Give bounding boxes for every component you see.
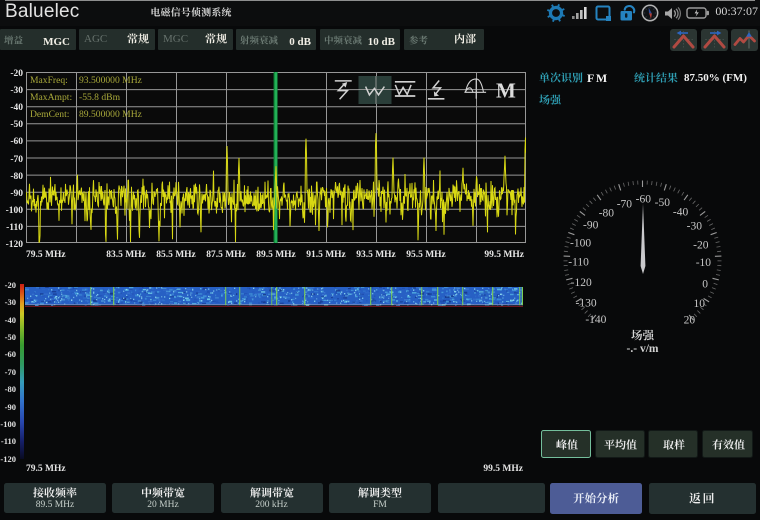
svg-text:-60: -60 (636, 194, 652, 206)
svg-text:-80: -80 (599, 207, 615, 219)
svg-text:-20: -20 (693, 239, 709, 251)
svg-text:-90: -90 (583, 220, 599, 232)
svg-text:-130: -130 (576, 298, 597, 310)
svg-text:-120: -120 (571, 277, 592, 289)
svg-text:0: 0 (702, 279, 708, 291)
svg-text:-100: -100 (570, 237, 591, 249)
svg-text:-30: -30 (687, 221, 703, 233)
svg-text:10: 10 (693, 298, 705, 310)
svg-text:-10: -10 (696, 257, 712, 269)
svg-text:M: M (496, 78, 516, 102)
svg-text:-50: -50 (655, 197, 671, 209)
svg-text:-70: -70 (617, 198, 633, 210)
svg-text:-40: -40 (673, 207, 689, 219)
svg-text:-110: -110 (568, 257, 589, 269)
svg-text:-140: -140 (585, 314, 606, 326)
svg-text:20: 20 (684, 314, 696, 326)
